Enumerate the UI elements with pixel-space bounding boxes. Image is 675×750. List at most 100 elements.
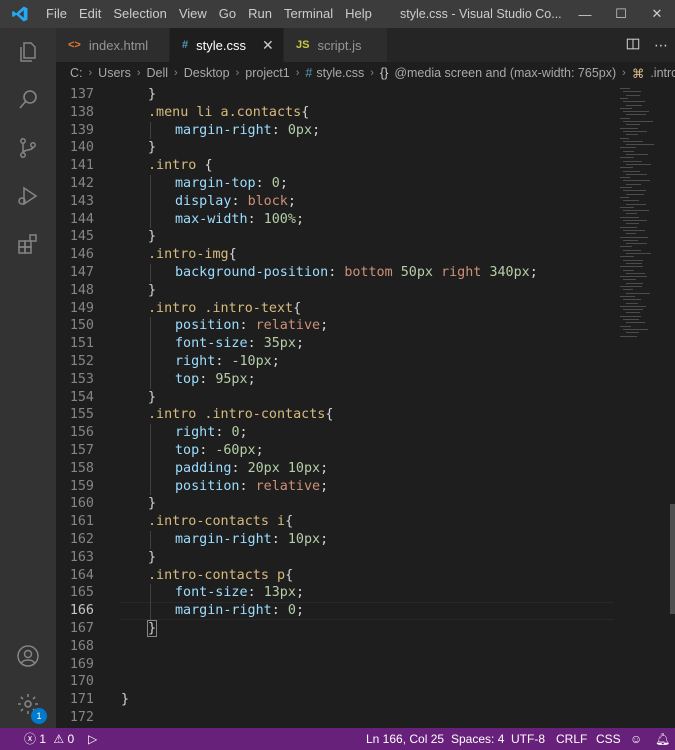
problems-indicator[interactable]: ⓧ 1 ⚠ 0 xyxy=(24,728,74,750)
files-icon[interactable] xyxy=(0,28,56,76)
menu-edit[interactable]: Edit xyxy=(73,0,107,28)
menu-go[interactable]: Go xyxy=(213,0,242,28)
code-line[interactable]: 159 position: relative; xyxy=(56,477,616,496)
code-text: } xyxy=(148,86,156,104)
menu-help[interactable]: Help xyxy=(339,0,378,28)
code-line[interactable]: 152 right: -10px; xyxy=(56,353,616,371)
code-token: ; xyxy=(320,460,329,476)
css-file-icon: # xyxy=(305,66,313,80)
tab-script-js[interactable]: JS script.js xyxy=(284,28,388,62)
feedback-icon[interactable]: ☺ xyxy=(630,728,642,750)
code-line[interactable]: 170 xyxy=(56,673,616,691)
code-text: } xyxy=(148,139,156,157)
code-line[interactable]: 168 xyxy=(56,638,616,656)
code-line[interactable]: 142 margin-top: 0; xyxy=(56,175,616,193)
code-line[interactable]: 150 position: relative; xyxy=(56,317,616,336)
minimap-line xyxy=(623,121,653,122)
live-share-play-icon[interactable]: ▷ xyxy=(88,728,97,750)
minimap[interactable] xyxy=(614,84,675,728)
code-line[interactable]: 146 .intro-img{ xyxy=(56,246,616,264)
line-number: 160 xyxy=(69,496,94,512)
code-line[interactable]: 158 padding: 20px 10px; xyxy=(56,459,616,478)
indentation-setting[interactable]: Spaces: 4 xyxy=(451,728,504,750)
code-line[interactable]: 164 .intro-contacts p{ xyxy=(56,567,616,585)
code-line[interactable]: 163} xyxy=(56,549,616,567)
code-token: position xyxy=(175,478,240,494)
menu-view[interactable]: View xyxy=(173,0,213,28)
code-line[interactable]: 141 .intro { xyxy=(56,157,616,175)
code-line[interactable]: 143 display: block; xyxy=(56,192,616,211)
breadcrumb-item[interactable]: C: xyxy=(70,66,83,80)
code-line[interactable]: 154} xyxy=(56,389,616,407)
breadcrumb-item[interactable]: .intro-... xyxy=(650,66,675,80)
code-line[interactable]: 138 .menu li a.contacts{ xyxy=(56,104,616,122)
code-token: 100% xyxy=(263,211,296,227)
code-line[interactable]: 153 top: 95px; xyxy=(56,370,616,389)
code-line[interactable]: 172 xyxy=(56,709,616,727)
code-line[interactable]: 166 margin-right: 0; xyxy=(56,602,616,620)
code-line[interactable]: 144 max-width: 100%; xyxy=(56,210,616,229)
tab-index-html[interactable]: <> index.html xyxy=(56,28,170,62)
code-line[interactable]: 139 margin-right: 0px; xyxy=(56,121,616,140)
tab-style-css[interactable]: # style.css ✕ xyxy=(170,28,284,62)
code-line[interactable]: 157 top: -60px; xyxy=(56,442,616,460)
code-line[interactable]: 147 background-position: bottom 50px righ… xyxy=(56,264,616,282)
close-window-button[interactable]: ✕ xyxy=(639,0,675,28)
breadcrumb-item[interactable]: Users xyxy=(98,66,131,80)
code-line[interactable]: 160} xyxy=(56,495,616,513)
menu-run[interactable]: Run xyxy=(242,0,278,28)
code-text: .intro-img{ xyxy=(148,246,237,264)
code-token: top xyxy=(175,371,200,387)
language-mode[interactable]: CSS xyxy=(596,728,621,750)
breadcrumb-item[interactable]: Dell xyxy=(147,66,169,80)
breadcrumb-item[interactable]: @media screen and (max-width: 765px) xyxy=(394,66,616,80)
code-line[interactable]: 162 margin-right: 10px; xyxy=(56,531,616,549)
code-line[interactable]: 169 xyxy=(56,656,616,674)
code-line[interactable]: 167} xyxy=(56,620,616,638)
settings-gear-icon[interactable]: 1 xyxy=(0,680,56,728)
close-tab-icon[interactable]: ✕ xyxy=(262,37,274,54)
more-actions-icon[interactable]: ⋯ xyxy=(647,37,675,54)
breadcrumb-item[interactable]: project1 xyxy=(245,66,289,80)
code-editor[interactable]: 137} 138 .menu li a.contacts{139 margin-rig… xyxy=(56,84,675,728)
menu-selection[interactable]: Selection xyxy=(107,0,172,28)
indent-guide xyxy=(150,335,151,353)
split-editor-icon[interactable] xyxy=(619,37,647,54)
search-icon[interactable] xyxy=(0,76,56,124)
minimap-line xyxy=(620,236,648,238)
code-line[interactable]: 151 font-size: 35px; xyxy=(56,335,616,353)
minimize-button[interactable]: — xyxy=(567,0,603,28)
account-icon[interactable] xyxy=(0,632,56,680)
code-token: : xyxy=(199,443,216,458)
cursor-position[interactable]: Ln 166, Col 25 xyxy=(366,728,444,750)
run-debug-icon[interactable] xyxy=(0,172,56,220)
vertical-scrollbar[interactable] xyxy=(670,504,675,614)
code-token: 0px xyxy=(287,122,313,138)
code-line[interactable]: 140} xyxy=(56,139,616,157)
breadcrumb-item[interactable]: Desktop xyxy=(184,66,230,80)
menu-file[interactable]: File xyxy=(40,0,73,28)
line-number: 171 xyxy=(69,692,94,708)
code-text: } xyxy=(148,228,156,246)
notifications-bell-icon[interactable]: 🔔︎ xyxy=(655,728,670,750)
maximize-button[interactable]: ☐ xyxy=(603,0,639,28)
extensions-icon[interactable] xyxy=(0,220,56,268)
code-text: right: 0; xyxy=(175,424,248,442)
code-line[interactable]: 156 right: 0; xyxy=(56,424,616,442)
breadcrumb-item[interactable]: style.css xyxy=(316,66,364,80)
code-line[interactable]: 145} xyxy=(56,228,616,246)
code-line[interactable]: 155 .intro .intro-contacts{ xyxy=(56,406,616,424)
code-line[interactable]: 137} xyxy=(56,86,616,104)
menu-terminal[interactable]: Terminal xyxy=(278,0,339,28)
source-control-icon[interactable] xyxy=(0,124,56,172)
code-token: 13px xyxy=(263,585,296,601)
code-line[interactable]: 171} xyxy=(56,691,616,709)
code-line[interactable]: 149 .intro .intro-text{ xyxy=(56,300,616,318)
eol-setting[interactable]: CRLF xyxy=(556,728,587,750)
code-token: 95px xyxy=(215,371,248,387)
code-line[interactable]: 165 font-size: 13px; xyxy=(56,584,616,603)
code-line[interactable]: 148} xyxy=(56,282,616,300)
encoding-setting[interactable]: UTF-8 xyxy=(511,728,545,750)
code-token: ; xyxy=(247,371,256,387)
code-line[interactable]: 161 .intro-contacts i{ xyxy=(56,513,616,531)
